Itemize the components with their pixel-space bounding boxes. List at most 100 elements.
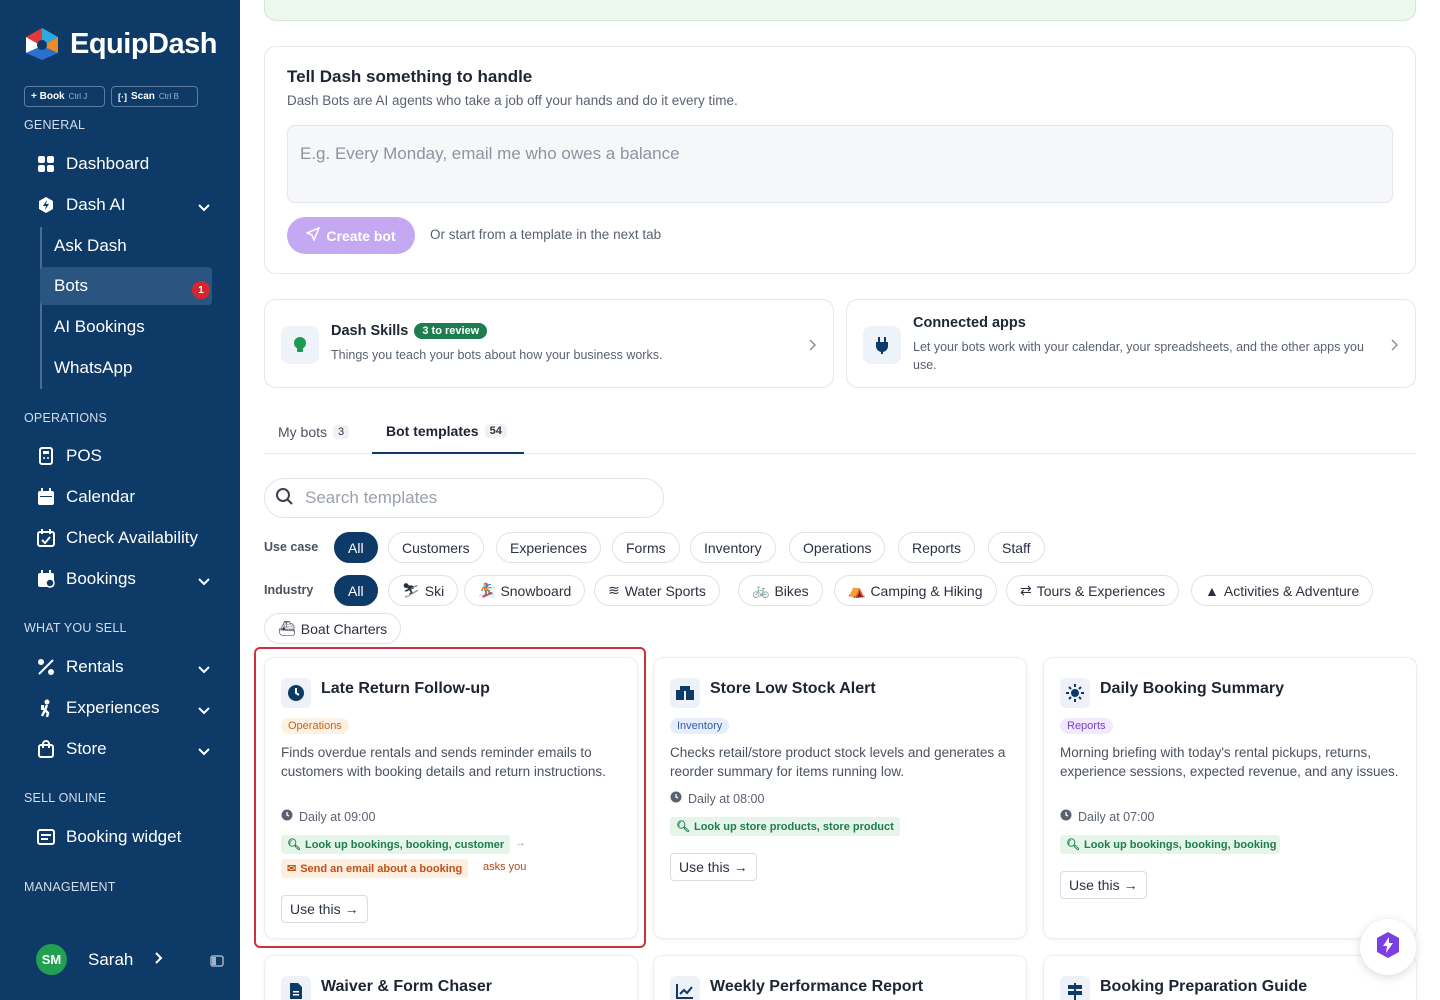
use-case-chip-forms[interactable]: Forms [612, 532, 680, 563]
template-card[interactable]: Booking Preparation Guide [1043, 955, 1417, 1000]
use-case-label: Use case [264, 540, 319, 554]
collapse-sidebar-icon[interactable] [210, 954, 224, 972]
nav-experiences[interactable]: Experiences [24, 689, 216, 727]
hiker-icon [36, 698, 56, 718]
tool-chip-label: Look up bookings, booking, booking st [1083, 838, 1280, 851]
industry-chip-water-sports[interactable]: ≋ Water Sports [594, 575, 720, 606]
avatar: SM [36, 944, 67, 975]
industry-water-label: Water Sports [624, 582, 706, 599]
tool-chip: 🔍︎ Look up bookings, booking, booking st [1060, 835, 1280, 854]
connected-apps-title: Connected apps [913, 315, 1026, 331]
quick-book-shortcut: Ctrl J [68, 92, 88, 101]
sidebar: EquipDash + Book Ctrl J [·] Scan Ctrl B GEN… [0, 0, 240, 1000]
brand-logo[interactable]: EquipDash [24, 26, 217, 62]
industry-chip-tours[interactable]: ⇄ Tours & Experiences [1006, 575, 1180, 606]
use-case-chip-customers[interactable]: Customers [388, 532, 484, 563]
industry-chip-camping[interactable]: ⛺ Camping & Hiking [834, 575, 997, 606]
template-hint: Or start from a template in the next tab [430, 227, 662, 242]
bot-prompt-input[interactable]: E.g. Every Monday, email me who owes a b… [287, 125, 1393, 203]
section-general: GENERAL [24, 118, 86, 132]
template-schedule: Daily at 08:00 [670, 791, 764, 806]
arrow-right-icon: → [733, 859, 748, 875]
tab-bot-templates-count: 54 [484, 424, 507, 438]
industry-camping-label: Camping & Hiking [870, 582, 983, 599]
search-input[interactable]: Search templates [264, 478, 664, 518]
nav-store[interactable]: Store [24, 730, 216, 768]
industry-chip-bikes[interactable]: 🚲 Bikes [738, 575, 823, 606]
arrow-right-icon: → [1123, 877, 1138, 893]
chevron-right-icon [809, 338, 817, 356]
create-bot-button[interactable]: Create bot [287, 217, 415, 254]
use-template-button[interactable]: Use this → [670, 853, 757, 881]
template-card[interactable]: Daily Booking Summary Reports Morning br… [1043, 657, 1417, 939]
quick-scan-label: Scan [131, 91, 155, 102]
create-bot-label: Create bot [326, 227, 396, 244]
chevron-down-icon [198, 571, 210, 591]
sun-icon [1060, 678, 1090, 708]
shopping-bag-icon [36, 739, 56, 759]
section-sell-online: SELL ONLINE [24, 791, 107, 805]
nav-ai-bookings[interactable]: AI Bookings [40, 308, 212, 346]
bot-tabs: My bots 3 Bot templates 54 [264, 410, 1416, 454]
dash-skills-desc: Things you teach your bots about how you… [331, 348, 663, 362]
dash-skills-card[interactable]: Dash Skills 3 to review Things you teach… [264, 299, 834, 388]
nav-rentals-label: Rentals [66, 657, 124, 676]
use-case-chip-staff[interactable]: Staff [988, 532, 1045, 563]
tab-bot-templates[interactable]: Bot templates 54 [372, 410, 524, 454]
use-case-chip-experiences[interactable]: Experiences [496, 532, 602, 563]
nav-pos[interactable]: POS [24, 437, 216, 475]
use-template-label: Use this [679, 859, 730, 875]
use-case-chip-operations[interactable]: Operations [789, 532, 886, 563]
dash-ai-fab[interactable] [1360, 919, 1416, 975]
industry-chip-snowboard[interactable]: 🏂 Snowboard [464, 575, 586, 606]
nav-bots[interactable]: Bots 1 [40, 267, 212, 305]
use-template-button[interactable]: Use this → [1060, 871, 1147, 899]
template-title: Daily Booking Summary [1100, 680, 1285, 697]
top-banner [264, 0, 1416, 21]
boat-icon: ⛴ [278, 620, 296, 636]
search-icon: 🔍︎ [676, 821, 690, 833]
industry-chip-boat-charters[interactable]: ⛴ Boat Charters [264, 613, 402, 644]
nav-bookings[interactable]: Bookings [24, 560, 216, 598]
dash-skills-title: Dash Skills [331, 323, 409, 339]
nav-check-availability-label: Check Availability [66, 528, 198, 547]
nav-check-availability[interactable]: Check Availability [24, 519, 216, 557]
create-bot-card: Tell Dash something to handle Dash Bots … [264, 46, 1416, 274]
use-case-chip-reports[interactable]: Reports [898, 532, 976, 563]
nav-whatsapp[interactable]: WhatsApp [40, 349, 212, 387]
quick-book-button[interactable]: + Book Ctrl J [24, 86, 105, 107]
connected-apps-card[interactable]: Connected apps Let your bots work with y… [846, 299, 1416, 388]
search-icon [275, 487, 293, 510]
nav-ask-dash[interactable]: Ask Dash [40, 227, 212, 265]
chevron-down-icon [198, 659, 210, 679]
industry-chip-ski[interactable]: ⛷ Ski [388, 575, 459, 606]
nav-dashboard[interactable]: Dashboard [24, 145, 216, 183]
industry-chip-all[interactable]: All [334, 575, 378, 606]
tab-my-bots[interactable]: My bots 3 [278, 410, 350, 454]
template-schedule-text: Daily at 07:00 [1078, 809, 1155, 824]
industry-chip-activities[interactable]: ▲ Activities & Adventure [1191, 575, 1374, 606]
quick-scan-button[interactable]: [·] Scan Ctrl B [111, 86, 198, 107]
use-case-chip-inventory[interactable]: Inventory [690, 532, 776, 563]
tent-icon: ⛺ [848, 582, 866, 598]
nav-calendar[interactable]: Calendar [24, 478, 216, 516]
nav-dash-ai[interactable]: Dash AI [24, 186, 216, 224]
nav-rentals[interactable]: Rentals [24, 648, 216, 686]
template-tag: Reports [1060, 718, 1113, 734]
template-card[interactable]: Store Low Stock Alert Inventory Checks r… [653, 657, 1027, 939]
template-title: Booking Preparation Guide [1100, 978, 1308, 995]
template-card[interactable]: Waiver & Form Chaser [264, 955, 638, 1000]
template-desc: Morning briefing with today's rental pic… [1060, 745, 1399, 779]
widget-icon [36, 827, 56, 847]
nav-dashboard-label: Dashboard [66, 154, 150, 173]
use-case-chip-all[interactable]: All [334, 532, 378, 563]
nav-dash-ai-label: Dash AI [66, 195, 126, 214]
tool-chip-label: Look up store products, store product [693, 820, 894, 833]
nav-booking-widget[interactable]: Booking widget [24, 818, 216, 856]
user-menu[interactable]: SM Sarah [36, 944, 163, 975]
template-schedule-text: Daily at 08:00 [688, 791, 765, 806]
template-card[interactable]: Weekly Performance Report [653, 955, 1027, 1000]
template-title: Weekly Performance Report [710, 978, 924, 995]
quick-book-label: + Book [31, 91, 65, 102]
template-desc: Checks retail/store product stock levels… [670, 745, 1006, 779]
